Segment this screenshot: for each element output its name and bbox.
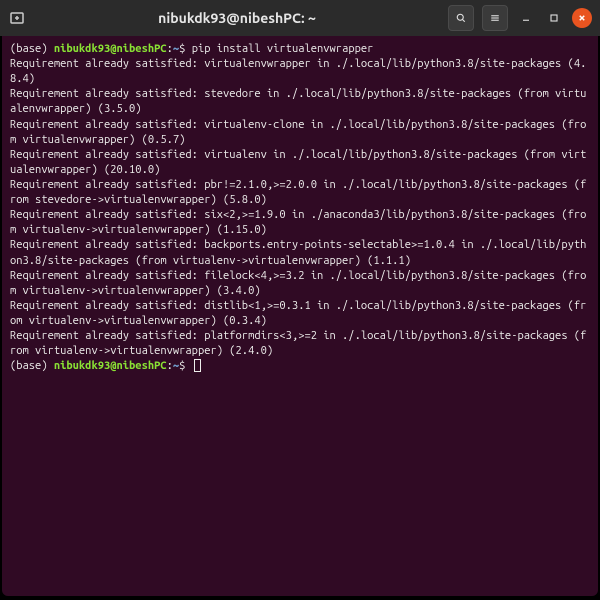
output-line: Requirement already satisfied: stevedore… — [10, 87, 590, 117]
terminal-body[interactable]: (base) nibukdk93@nibeshPC:~$ pip install… — [2, 36, 598, 596]
command-text: pip install virtualenvwrapper — [192, 43, 374, 55]
search-button[interactable] — [448, 5, 474, 31]
output-line: Requirement already satisfied: virtualen… — [10, 148, 590, 178]
maximize-button[interactable] — [544, 5, 564, 31]
prompt-symbol: $ — [179, 360, 192, 372]
cursor-icon — [194, 359, 201, 372]
output-line: Requirement already satisfied: distlib<1… — [10, 299, 590, 329]
hamburger-menu-button[interactable] — [482, 5, 508, 31]
output-line: Requirement already satisfied: filelock<… — [10, 269, 590, 299]
output-line: Requirement already satisfied: backports… — [10, 238, 590, 268]
close-button[interactable] — [572, 8, 592, 28]
titlebar-left — [8, 9, 26, 27]
prompt-line-1: (base) nibukdk93@nibeshPC:~$ pip install… — [10, 42, 590, 57]
new-tab-icon[interactable] — [8, 9, 26, 27]
minimize-button[interactable] — [516, 5, 536, 31]
titlebar: nibukdk93@nibeshPC: ~ — [0, 0, 600, 36]
output-line: Requirement already satisfied: pbr!=2.1.… — [10, 178, 590, 208]
output-line: Requirement already satisfied: six<2,>=1… — [10, 208, 590, 238]
output-line: Requirement already satisfied: platformd… — [10, 329, 590, 359]
conda-env: (base) — [10, 43, 54, 55]
user-host: nibukdk93@nibeshPC — [54, 360, 167, 372]
window-title: nibukdk93@nibeshPC: ~ — [34, 10, 440, 26]
user-host: nibukdk93@nibeshPC — [54, 43, 167, 55]
prompt-line-2: (base) nibukdk93@nibeshPC:~$ — [10, 359, 590, 374]
conda-env: (base) — [10, 360, 54, 372]
prompt-symbol: $ — [179, 43, 192, 55]
output-line: Requirement already satisfied: virtualen… — [10, 118, 590, 148]
output-line: Requirement already satisfied: virtualen… — [10, 57, 590, 87]
titlebar-right — [448, 5, 592, 31]
